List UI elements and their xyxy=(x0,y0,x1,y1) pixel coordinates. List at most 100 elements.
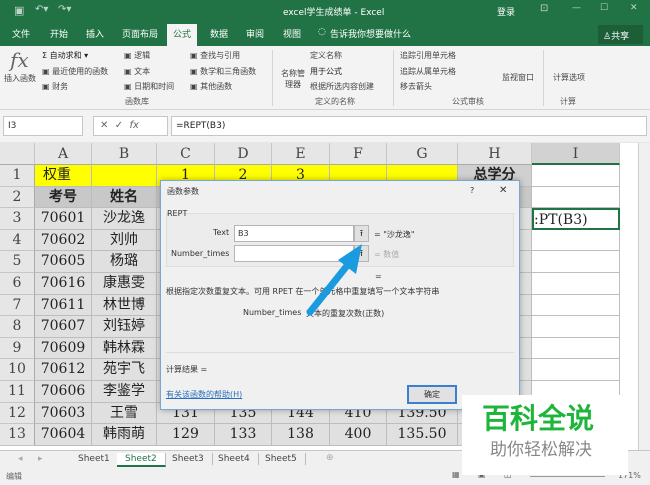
column-header-D[interactable]: D xyxy=(215,143,272,165)
cell[interactable]: 70601 xyxy=(35,208,92,230)
column-header-A[interactable]: A xyxy=(35,143,92,165)
redo-icon[interactable]: ↷▾ xyxy=(58,4,71,15)
sheet-tab[interactable]: Sheet1 xyxy=(70,453,119,465)
column-header-B[interactable]: B xyxy=(92,143,157,165)
share-button[interactable]: ♙共享 xyxy=(598,25,643,44)
cell[interactable]: 韩雨萌 xyxy=(92,424,157,446)
logical-button[interactable]: ▣ 逻辑 xyxy=(124,50,150,61)
tab-file[interactable]: 文件 xyxy=(12,27,30,40)
column-header-C[interactable]: C xyxy=(157,143,215,165)
cell[interactable] xyxy=(532,316,620,338)
create-from-selection-button[interactable]: 根据所选内容创建 xyxy=(310,81,374,92)
row-header[interactable]: 5 xyxy=(0,251,35,273)
row-header[interactable]: 10 xyxy=(0,359,35,381)
ribbon-display-icon[interactable]: ⊡ xyxy=(540,3,548,14)
cell[interactable]: 133 xyxy=(215,424,272,446)
zoom-slider[interactable] xyxy=(530,476,605,477)
column-header-E[interactable]: E xyxy=(272,143,330,165)
enter-icon[interactable]: ✓ xyxy=(115,120,123,131)
minimize-button[interactable]: — xyxy=(572,3,581,13)
cell[interactable]: 王雪 xyxy=(92,402,157,425)
row-header[interactable]: 11 xyxy=(0,381,35,403)
save-icon[interactable]: ▣ xyxy=(14,4,24,17)
column-header-F[interactable]: F xyxy=(330,143,387,165)
financial-button[interactable]: ▣ 财务 xyxy=(42,81,68,92)
cell[interactable] xyxy=(532,359,620,381)
cell[interactable]: 权重 xyxy=(35,165,92,187)
cell[interactable]: 135.50 xyxy=(387,424,458,446)
cell[interactable]: 李鉴学 xyxy=(92,381,157,403)
datetime-button[interactable]: ▣ 日期和时间 xyxy=(124,81,174,92)
tab-data[interactable]: 数据 xyxy=(210,27,228,40)
insert-function-button[interactable]: 插入函数 xyxy=(4,73,36,84)
cell[interactable]: 70603 xyxy=(35,402,92,425)
row-header[interactable]: 8 xyxy=(0,316,35,338)
use-in-formula-button[interactable]: 用于公式 xyxy=(310,66,342,77)
sheet-tab[interactable]: Sheet3 xyxy=(164,453,213,465)
column-header-H[interactable]: H xyxy=(458,143,532,165)
ok-button[interactable]: 确定 xyxy=(407,385,457,404)
undo-icon[interactable]: ↶▾ xyxy=(35,4,48,15)
name-manager-button[interactable]: 名称管理器 xyxy=(280,68,306,90)
cell[interactable]: 林世博 xyxy=(92,294,157,317)
trace-dependents-button[interactable]: 追踪从属单元格 xyxy=(400,66,456,77)
tab-view[interactable]: 视图 xyxy=(283,27,301,40)
row-header[interactable]: 4 xyxy=(0,229,35,252)
tab-insert[interactable]: 插入 xyxy=(86,27,104,40)
cell[interactable]: 70616 xyxy=(35,273,92,295)
cell[interactable] xyxy=(532,294,620,317)
row-header[interactable]: 1 xyxy=(0,165,35,187)
cell[interactable]: 70602 xyxy=(35,229,92,252)
tab-home[interactable]: 开始 xyxy=(50,27,68,40)
cell[interactable]: 400 xyxy=(330,424,387,446)
row-header[interactable]: 13 xyxy=(0,424,35,446)
row-header[interactable]: 2 xyxy=(0,186,35,209)
name-box[interactable]: I3 xyxy=(3,116,83,136)
sheet-tab[interactable]: Sheet4 xyxy=(210,453,259,465)
cell[interactable]: 杨璐 xyxy=(92,251,157,273)
cell[interactable]: 70609 xyxy=(35,337,92,360)
row-header[interactable]: 9 xyxy=(0,337,35,360)
define-name-button[interactable]: 定义名称 xyxy=(310,50,342,61)
add-sheet-icon[interactable]: ⊕ xyxy=(326,453,334,463)
cell[interactable]: 70604 xyxy=(35,424,92,446)
cell[interactable]: 129 xyxy=(157,424,215,446)
column-header-G[interactable]: G xyxy=(387,143,458,165)
help-link[interactable]: 有关该函数的帮助(H) xyxy=(166,389,242,400)
remove-arrows-button[interactable]: 移去箭头 xyxy=(400,81,432,92)
autosum-button[interactable]: Σ 自动求和 ▾ xyxy=(42,50,88,61)
vertical-scrollbar[interactable] xyxy=(638,143,650,450)
cell[interactable]: 70605 xyxy=(35,251,92,273)
column-header-I[interactable]: I xyxy=(532,143,620,165)
scroll-tabs-left-icon[interactable]: ◂ xyxy=(18,454,23,464)
cell[interactable] xyxy=(532,165,620,187)
cell[interactable] xyxy=(532,186,620,209)
cell[interactable]: 刘帅 xyxy=(92,229,157,252)
cell[interactable]: 70612 xyxy=(35,359,92,381)
trace-precedents-button[interactable]: 追踪引用单元格 xyxy=(400,50,456,61)
cell[interactable] xyxy=(532,229,620,252)
cell[interactable] xyxy=(532,273,620,295)
sheet-tab-active[interactable]: Sheet2 xyxy=(117,453,166,467)
calculation-options-button[interactable]: 计算选项 xyxy=(553,72,585,83)
close-dialog-button[interactable]: ✕ xyxy=(499,185,507,196)
tab-review[interactable]: 审阅 xyxy=(246,27,264,40)
scroll-tabs-right-icon[interactable]: ▸ xyxy=(38,454,43,464)
formula-input[interactable]: =REPT(B3) xyxy=(171,116,647,136)
fx-icon[interactable]: fx xyxy=(130,120,139,131)
cell[interactable]: 康惠雯 xyxy=(92,273,157,295)
sheet-tab[interactable]: Sheet5 xyxy=(257,453,306,465)
tell-me-input[interactable]: 告诉我你想要做什么 xyxy=(330,27,411,40)
cell[interactable]: 刘钰婷 xyxy=(92,316,157,338)
cell[interactable]: 考号 xyxy=(35,186,92,209)
watch-window-button[interactable]: 监视窗口 xyxy=(502,72,534,83)
more-functions-button[interactable]: ▣ 其他函数 xyxy=(190,81,232,92)
normal-view-icon[interactable]: ▦ xyxy=(452,470,460,479)
cell[interactable]: 沙龙逸 xyxy=(92,208,157,230)
maximize-button[interactable]: ☐ xyxy=(600,3,608,13)
help-button[interactable]: ? xyxy=(470,186,474,195)
close-button[interactable]: ✕ xyxy=(630,3,638,13)
row-header[interactable]: 6 xyxy=(0,273,35,295)
row-header[interactable]: 7 xyxy=(0,294,35,317)
tab-page-layout[interactable]: 页面布局 xyxy=(122,27,158,40)
